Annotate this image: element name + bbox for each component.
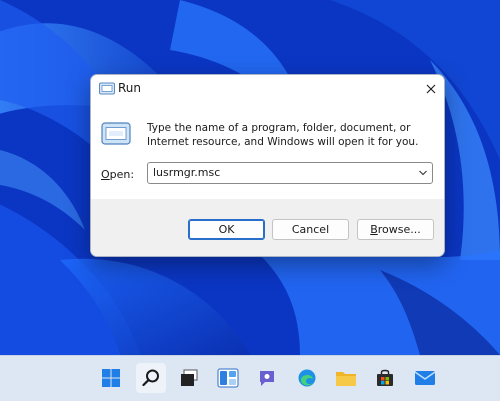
browse-button[interactable]: Browse... bbox=[357, 219, 434, 240]
close-button[interactable] bbox=[418, 75, 444, 103]
browse-label-rest: rowse... bbox=[377, 223, 421, 236]
dialog-body: Type the name of a program, folder, docu… bbox=[91, 103, 444, 199]
title-bar[interactable]: Run bbox=[91, 75, 444, 103]
task-view-icon bbox=[181, 369, 198, 386]
edge-browser-icon bbox=[298, 369, 316, 387]
run-dialog: Run Type the name of a program, folder, … bbox=[90, 74, 445, 257]
open-combobox[interactable]: lusrmgr.msc bbox=[147, 162, 433, 184]
edge-button[interactable] bbox=[292, 363, 322, 393]
search-icon bbox=[142, 369, 159, 387]
ok-button[interactable]: OK bbox=[188, 219, 265, 240]
store-bag-icon bbox=[377, 369, 393, 386]
chevron-down-icon[interactable] bbox=[418, 168, 428, 178]
browse-accel: B bbox=[370, 223, 378, 236]
chat-icon bbox=[260, 371, 274, 386]
file-explorer-button[interactable] bbox=[331, 363, 361, 393]
run-program-icon bbox=[101, 122, 131, 145]
task-view-button[interactable] bbox=[174, 363, 204, 393]
microsoft-store-button[interactable] bbox=[370, 363, 400, 393]
search-button[interactable] bbox=[136, 363, 166, 393]
open-label-accel: O bbox=[101, 168, 110, 181]
button-bar: OK Cancel Browse... bbox=[91, 199, 444, 256]
start-button[interactable] bbox=[96, 363, 126, 393]
run-app-icon bbox=[99, 82, 115, 95]
close-icon bbox=[426, 84, 436, 94]
open-input[interactable]: lusrmgr.msc bbox=[153, 166, 220, 179]
teams-chat-button[interactable] bbox=[252, 363, 282, 393]
open-label-rest: pen: bbox=[109, 168, 135, 181]
instruction-text: Type the name of a program, folder, docu… bbox=[147, 122, 419, 148]
window-title: Run bbox=[118, 81, 142, 95]
open-label: Open: bbox=[101, 168, 134, 181]
folder-icon bbox=[336, 372, 356, 386]
mail-icon bbox=[414, 371, 436, 385]
widgets-icon bbox=[217, 368, 239, 388]
taskbar bbox=[0, 355, 500, 401]
mail-button[interactable] bbox=[410, 363, 440, 393]
windows-start-icon bbox=[102, 369, 120, 387]
cancel-button[interactable]: Cancel bbox=[272, 219, 349, 240]
widgets-button[interactable] bbox=[213, 363, 243, 393]
